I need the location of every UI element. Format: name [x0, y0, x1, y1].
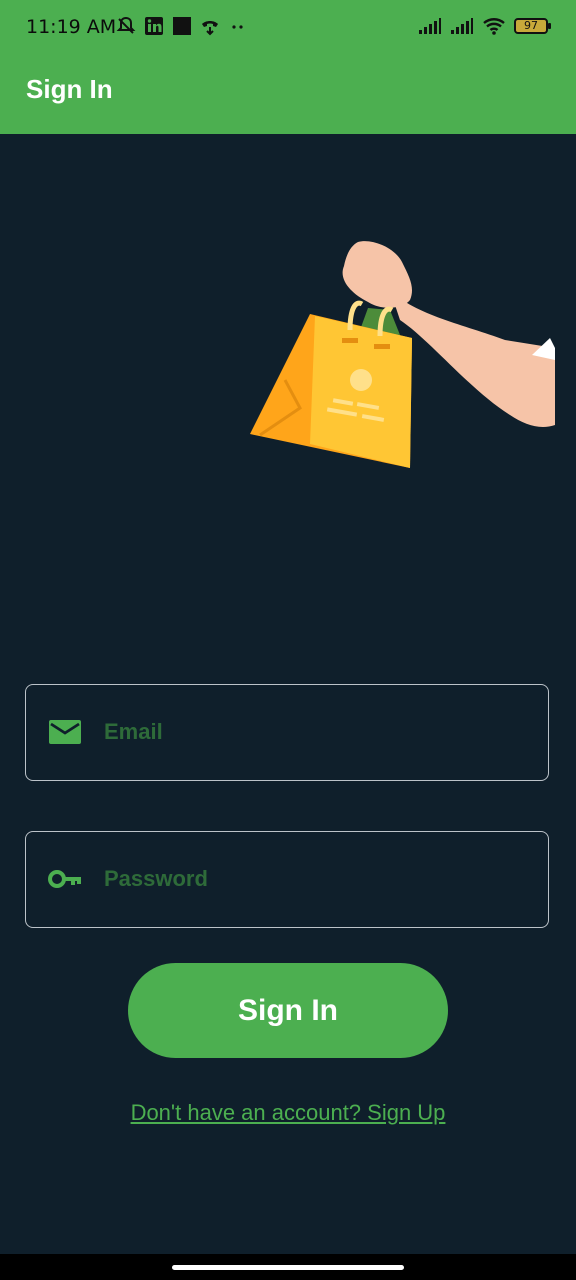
password-placeholder: Password: [104, 866, 208, 891]
signal-icon: [451, 18, 473, 34]
status-icons-right: 97: [418, 16, 551, 36]
linkedin-icon: [145, 17, 163, 35]
app-bar: Sign In: [0, 56, 576, 134]
sign-in-button[interactable]: Sign In: [128, 963, 448, 1058]
navigation-bar: [0, 1254, 576, 1280]
home-gesture-handle[interactable]: [172, 1265, 404, 1270]
square-icon: [173, 17, 191, 35]
sign-up-link[interactable]: Don't have an account? Sign Up: [0, 1100, 576, 1126]
shopping-bag-illustration: [250, 241, 555, 468]
wifi-icon: [483, 18, 505, 35]
page-title: Sign In: [26, 74, 113, 104]
status-icons-left: [116, 16, 248, 36]
email-placeholder: Email: [104, 719, 163, 744]
bell-off-icon: [116, 16, 136, 34]
battery-icon: 97: [514, 18, 551, 34]
email-field[interactable]: Email: [25, 684, 549, 781]
key-icon: [48, 870, 81, 888]
status-time: 11:19 AM: [26, 16, 117, 38]
more-dots-icon: [232, 25, 243, 29]
signal-icon: [419, 18, 441, 34]
password-field[interactable]: Password: [25, 831, 549, 928]
status-bar: 11:19 AM 97: [0, 0, 576, 56]
mail-icon: [49, 720, 81, 744]
call-icon: [202, 21, 218, 36]
